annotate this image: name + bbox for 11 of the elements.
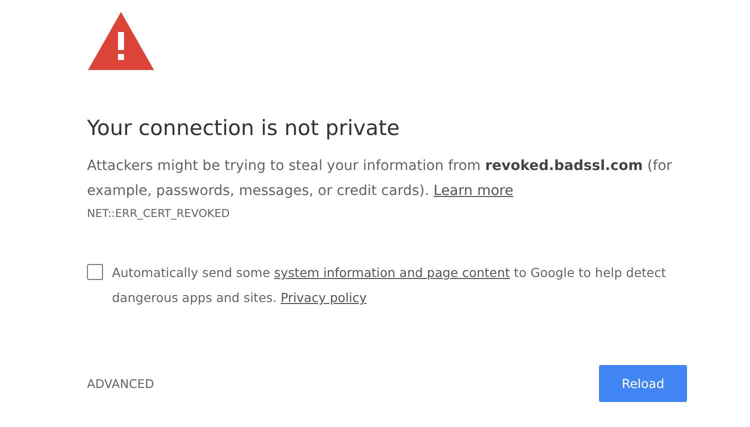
page-heading: Your connection is not private: [87, 115, 401, 142]
link[interactable]: system information and page content: [274, 265, 510, 280]
reload-button[interactable]: Reload: [599, 365, 687, 402]
advanced-button[interactable]: ADVANCED: [87, 376, 154, 390]
checkbox[interactable]: [87, 264, 103, 280]
link[interactable]: Learn more: [434, 183, 514, 199]
warning-icon: [88, 12, 154, 70]
error-message: Attackers might be trying to steal your information from revoked.badssl.com (for example, passwords, messages, or credit cards). Learn more: [87, 157, 674, 201]
report-description: Automatically send some system information and page content to Google to help detect dangerous apps and sites. Privacy policy: [112, 264, 668, 307]
link[interactable]: Privacy policy: [280, 290, 367, 305]
error-code: NET::ERR_CERT_REVOKED: [87, 207, 231, 220]
